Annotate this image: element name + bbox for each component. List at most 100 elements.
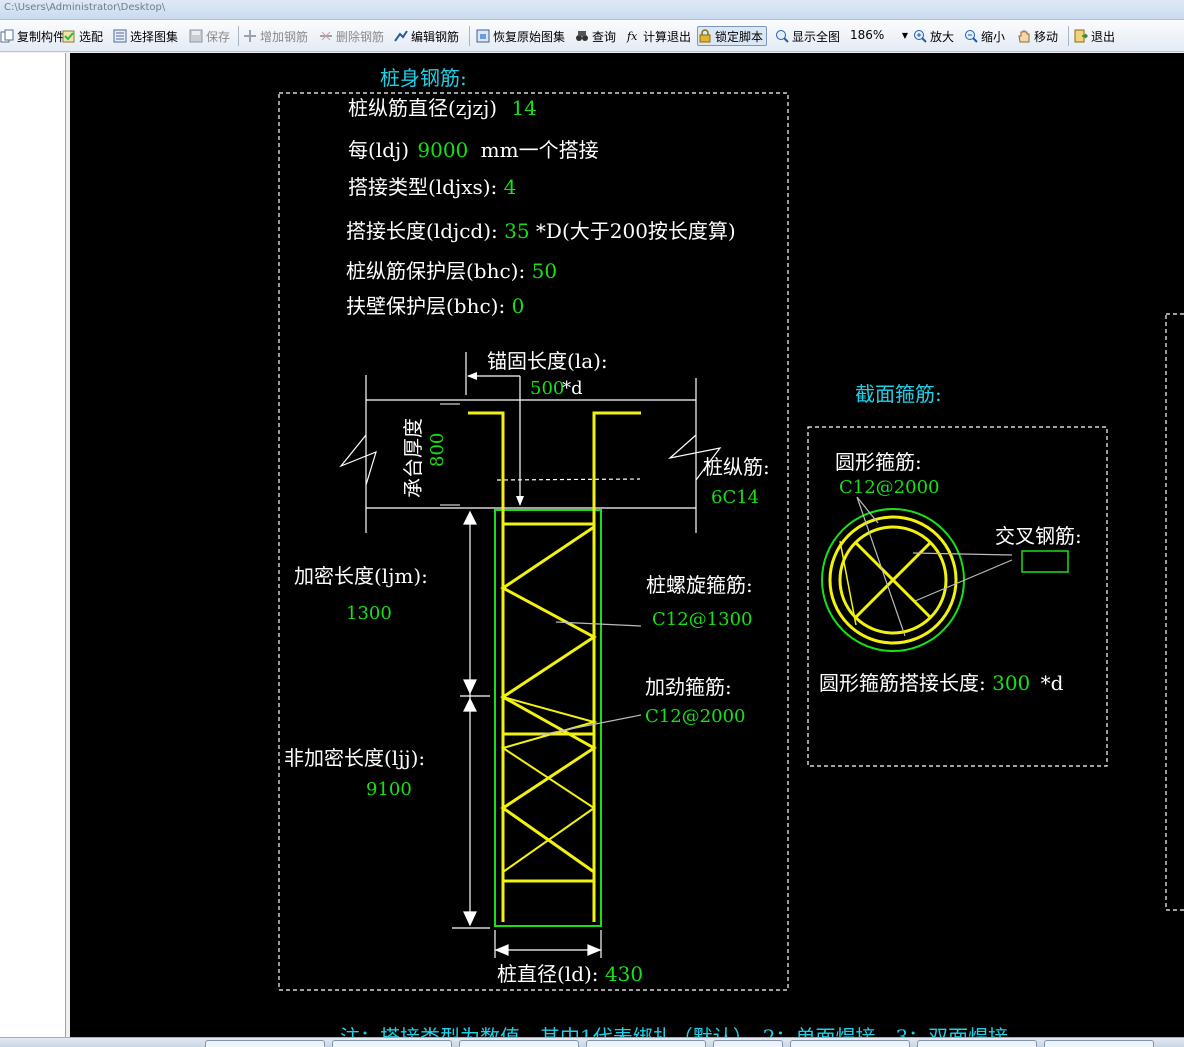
ljj-value[interactable]: 9100: [366, 779, 412, 800]
ljj-label: 非加密长度(ljj):: [284, 746, 425, 770]
cross-rebar-input[interactable]: [1021, 550, 1069, 573]
show-full-button[interactable]: 显示全图: [775, 26, 840, 46]
taskbar-item[interactable]: [1044, 1040, 1154, 1047]
svg-text:圆形箍筋搭接长度: 300 *d: 圆形箍筋搭接长度: 300 *d: [819, 671, 1064, 695]
circle-stirrup-value[interactable]: C12@2000: [839, 477, 940, 498]
circle-lap-label: 圆形箍筋搭接长度:: [819, 671, 986, 695]
taskbar-item[interactable]: [586, 1040, 706, 1047]
ldj-suffix: mm一个搭接: [481, 138, 599, 162]
ldjxs-label: 搭接类型(ldjxs):: [348, 175, 497, 199]
zoom-in-icon: [913, 29, 927, 43]
taskbar-item[interactable]: [205, 1040, 325, 1047]
svg-text:fx: fx: [626, 30, 638, 43]
ldjcd-value[interactable]: 35: [504, 219, 529, 243]
diameter-dimension: [494, 930, 602, 958]
lock-script-button[interactable]: 锁定脚本: [697, 26, 768, 46]
taskbar-item[interactable]: [459, 1040, 579, 1047]
ljm-value[interactable]: 1300: [346, 603, 392, 624]
spiral-label: 桩螺旋箍筋:: [646, 573, 753, 597]
svg-text:搭接类型(ldjxs): 4: 搭接类型(ldjxs): 4: [348, 175, 516, 199]
taskbar-item[interactable]: [790, 1040, 910, 1047]
add-rebar-button[interactable]: 增加钢筋: [243, 26, 308, 46]
cap-thickness-value[interactable]: 800: [427, 433, 448, 467]
restore-atlas-button[interactable]: 恢复原始图集: [476, 26, 565, 46]
select-atlas-button[interactable]: 选择图集: [113, 26, 178, 46]
svg-text:桩纵筋直径(zjzj) 14: 桩纵筋直径(zjzj) 14: [348, 96, 537, 120]
chevron-down-icon: ▼: [901, 30, 908, 40]
ld-label: 桩直径(ld):: [497, 962, 599, 986]
ldj-prefix: 每(ldj): [348, 138, 409, 162]
save-icon: [189, 29, 203, 43]
atlas-icon: [113, 29, 127, 43]
la-suffix: *d: [562, 378, 583, 399]
svg-text:扶壁保护层(bhc): 0: 扶壁保护层(bhc): 0: [346, 294, 524, 318]
ldjcd-label: 搭接长度(ldjcd):: [346, 219, 498, 243]
ldjcd-suffix: *D(大于200按长度算): [536, 219, 736, 243]
taskbar: [0, 1037, 1184, 1047]
pile-body-heading: 桩身钢筋:: [380, 66, 467, 90]
section-stirrup-heading: 截面箍筋:: [855, 382, 942, 406]
taskbar-item[interactable]: [713, 1040, 783, 1047]
svg-text:桩纵筋保护层(bhc): 50: 桩纵筋保护层(bhc): 50: [346, 259, 557, 283]
la-value[interactable]: 500: [530, 378, 564, 399]
ldjxs-value[interactable]: 4: [504, 175, 517, 199]
left-panel[interactable]: [0, 53, 66, 1037]
zoom-out-button[interactable]: 缩小: [964, 26, 1005, 46]
circular-section: [821, 508, 965, 652]
exit-button[interactable]: 退出: [1074, 26, 1115, 46]
zjzj-label: 桩纵筋直径(zjzj): [348, 96, 497, 120]
binoculars-icon: [575, 29, 589, 43]
add-rebar-icon: [243, 29, 257, 43]
zoom-value: 186%: [850, 28, 885, 42]
copy-icon: [0, 29, 14, 43]
spiral-value[interactable]: C12@1300: [652, 609, 753, 630]
ld-value[interactable]: 430: [605, 962, 643, 986]
calc-exit-button[interactable]: fx 计算退出: [626, 26, 691, 46]
svg-text:500 *d: 500 *d: [530, 378, 583, 399]
delete-rebar-icon: [319, 29, 333, 43]
taskbar-item[interactable]: [332, 1040, 452, 1047]
svg-text:搭接长度(ldjcd): 35 *D(大于2: 搭接长度(ldjcd): 35 *D(大于200按长度算): [346, 219, 736, 243]
edit-rebar-button[interactable]: 编辑钢筋: [394, 26, 459, 46]
ldj-value[interactable]: 9000: [417, 138, 468, 162]
select-icon: [62, 29, 76, 43]
save-button[interactable]: 保存: [189, 26, 230, 46]
stiff-label: 加劲箍筋:: [645, 675, 732, 699]
window-title: C:\Users\Administrator\Desktop\: [4, 2, 166, 13]
fb-bhc-value[interactable]: 0: [512, 294, 525, 318]
cap-thickness-label: 承台厚度: [401, 418, 425, 498]
zoom-select[interactable]: 186% ▼: [848, 25, 910, 45]
long-bar-value[interactable]: 6C14: [711, 487, 759, 508]
title-bar: C:\Users\Administrator\Desktop\: [0, 0, 1184, 20]
circle-lap-suffix: *d: [1041, 671, 1064, 695]
move-button[interactable]: 移动: [1017, 26, 1058, 46]
query-button[interactable]: 查询: [575, 26, 616, 46]
drawing-canvas[interactable]: 桩身钢筋: 桩纵筋直径(zjzj) 14 每(ldj) 9000 mm一个搭接 …: [70, 53, 1184, 1037]
function-icon: fx: [626, 29, 640, 43]
circle-lap-value[interactable]: 300: [992, 671, 1030, 695]
ljm-label: 加密长度(ljm):: [294, 564, 428, 588]
delete-rebar-button[interactable]: 删除钢筋: [319, 26, 384, 46]
lock-icon: [698, 29, 712, 43]
copy-component-button[interactable]: 复制构件: [0, 26, 65, 46]
bhc-label: 桩纵筋保护层(bhc):: [346, 259, 525, 283]
fb-bhc-label: 扶壁保护层(bhc):: [346, 294, 505, 318]
zoom-in-button[interactable]: 放大: [913, 26, 954, 46]
hand-icon: [1017, 29, 1031, 43]
select-button[interactable]: 选配: [62, 26, 103, 46]
zjzj-value[interactable]: 14: [511, 96, 536, 120]
zoom-out-icon: [964, 29, 978, 43]
spiral-stirrup: [500, 525, 597, 874]
svg-text:桩直径(ld): 430: 桩直径(ld): 430: [497, 962, 643, 986]
toolbar: 复制构件 选配 选择图集 保存 增加钢筋 删除钢筋 编辑钢筋 恢复原始图集 查询…: [0, 20, 1184, 52]
bhc-value[interactable]: 50: [532, 259, 557, 283]
pile-length-dimension: [452, 510, 490, 929]
stiff-value[interactable]: C12@2000: [645, 706, 746, 727]
restore-icon: [476, 29, 490, 43]
long-bar-label: 桩纵筋:: [703, 455, 770, 479]
bottom-note: 注：搭接类型为数值，其中1代表绑扎（默认），2：单面焊接，3：双面焊接: [340, 1025, 1008, 1037]
edit-rebar-icon: [394, 29, 408, 43]
right-frame-partial: [1165, 313, 1184, 911]
zoom-extent-icon: [775, 29, 789, 43]
taskbar-item[interactable]: [917, 1040, 1037, 1047]
